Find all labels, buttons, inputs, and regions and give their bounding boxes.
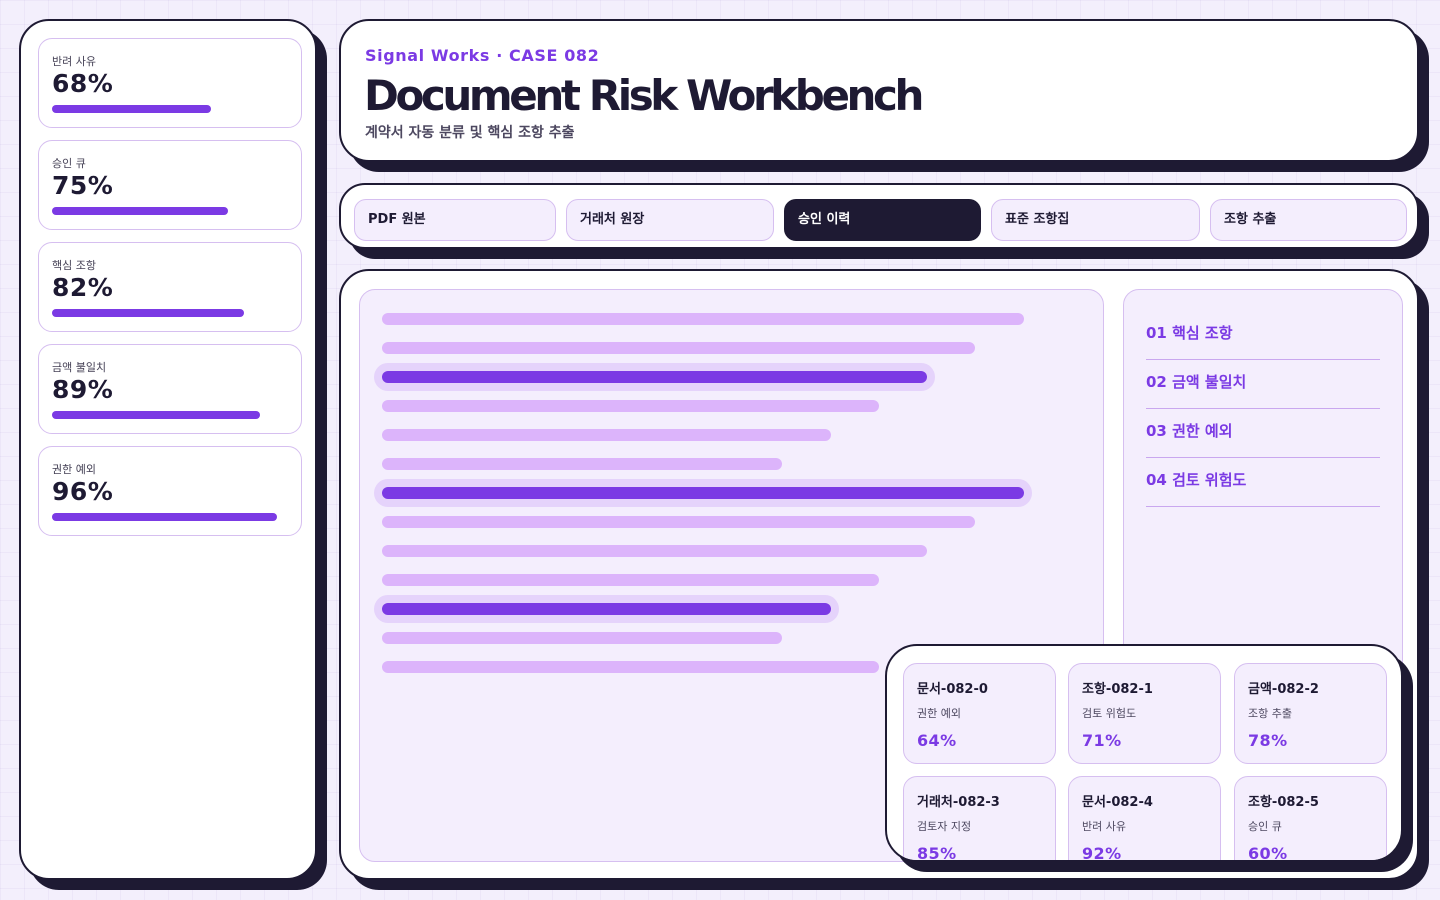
metric-progress-bar (52, 411, 260, 419)
metric-card: 승인 큐 75% (38, 140, 302, 230)
result-card[interactable]: 거래처-082-3 검토자 지정 85% (903, 776, 1056, 862)
result-tag: 검토 위험도 (1082, 707, 1137, 720)
page-subtitle: 계약서 자동 분류 및 핵심 조항 추출 (365, 125, 575, 141)
result-grid: 문서-082-0 권한 예외 64% 조항-082-1 검토 위험도 71% 금… (885, 644, 1403, 862)
result-tag: 검토자 지정 (917, 820, 972, 833)
text-line (382, 516, 975, 528)
result-id: 거래처-082-3 (917, 795, 1000, 810)
tab-standard-clauses[interactable]: 표준 조항집 (991, 199, 1200, 241)
text-line (382, 458, 782, 470)
metric-card: 핵심 조항 82% (38, 242, 302, 332)
tab-vendor-ledger[interactable]: 거래처 원장 (566, 199, 774, 241)
result-id: 조항-082-5 (1248, 795, 1319, 810)
metric-card: 권한 예외 96% (38, 446, 302, 536)
tab-pdf-original[interactable]: PDF 원본 (354, 199, 556, 241)
result-card[interactable]: 문서-082-4 반려 사유 92% (1068, 776, 1221, 862)
metric-value: 82% (52, 273, 114, 302)
result-card[interactable]: 조항-082-1 검토 위험도 71% (1068, 663, 1221, 764)
case-kicker: Signal Works · CASE 082 (365, 46, 600, 65)
metric-label: 금액 불일치 (52, 361, 107, 374)
text-line (382, 545, 927, 557)
result-id: 조항-082-1 (1082, 682, 1153, 697)
metric-value: 75% (52, 171, 114, 200)
metric-value: 89% (52, 375, 114, 404)
metric-progress-bar (52, 207, 228, 215)
text-line (382, 429, 831, 441)
outline-item[interactable]: 01 핵심 조항 (1146, 311, 1380, 360)
result-score: 64% (917, 731, 957, 750)
tab-approval-history[interactable]: 승인 이력 (784, 199, 981, 241)
metric-label: 핵심 조항 (52, 259, 96, 272)
highlighted-text-line[interactable] (382, 603, 831, 615)
page-header: Signal Works · CASE 082 Document Risk Wo… (339, 19, 1419, 162)
result-score: 71% (1082, 731, 1122, 750)
metric-progress-bar (52, 105, 211, 113)
text-line (382, 632, 782, 644)
outline-item[interactable]: 04 검토 위험도 (1146, 458, 1380, 507)
metric-progress-bar (52, 309, 244, 317)
result-score: 92% (1082, 844, 1122, 862)
tab-bar: PDF 원본 거래처 원장 승인 이력 표준 조항집 조항 추출 (339, 183, 1419, 249)
result-score: 78% (1248, 731, 1288, 750)
result-id: 문서-082-4 (1082, 795, 1153, 810)
highlighted-text-line[interactable] (382, 371, 927, 383)
page-title: Document Risk Workbench (364, 71, 924, 120)
metric-value: 96% (52, 477, 114, 506)
metrics-sidebar: 반려 사유 68% 승인 큐 75% 핵심 조항 82% 금액 불일치 89% … (19, 19, 317, 880)
result-score: 85% (917, 844, 957, 862)
result-tag: 권한 예외 (917, 707, 961, 720)
result-id: 금액-082-2 (1248, 682, 1319, 697)
result-card[interactable]: 문서-082-0 권한 예외 64% (903, 663, 1056, 764)
result-id: 문서-082-0 (917, 682, 988, 697)
metric-label: 승인 큐 (52, 157, 86, 170)
metric-card: 반려 사유 68% (38, 38, 302, 128)
metric-value: 68% (52, 69, 114, 98)
text-line (382, 400, 879, 412)
result-tag: 반려 사유 (1082, 820, 1126, 833)
metric-progress-bar (52, 513, 277, 521)
metric-card: 금액 불일치 89% (38, 344, 302, 434)
metric-label: 반려 사유 (52, 55, 96, 68)
result-tag: 조항 추출 (1248, 707, 1292, 720)
result-card[interactable]: 조항-082-5 승인 큐 60% (1234, 776, 1387, 862)
outline-item[interactable]: 02 금액 불일치 (1146, 360, 1380, 409)
text-line (382, 661, 879, 673)
text-line (382, 574, 879, 586)
highlighted-text-line[interactable] (382, 487, 1024, 499)
text-line (382, 342, 975, 354)
result-tag: 승인 큐 (1248, 820, 1282, 833)
text-line (382, 313, 1024, 325)
result-card[interactable]: 금액-082-2 조항 추출 78% (1234, 663, 1387, 764)
result-score: 60% (1248, 844, 1288, 862)
outline-item[interactable]: 03 권한 예외 (1146, 409, 1380, 458)
metric-label: 권한 예외 (52, 463, 96, 476)
tab-clause-extraction[interactable]: 조항 추출 (1210, 199, 1407, 241)
